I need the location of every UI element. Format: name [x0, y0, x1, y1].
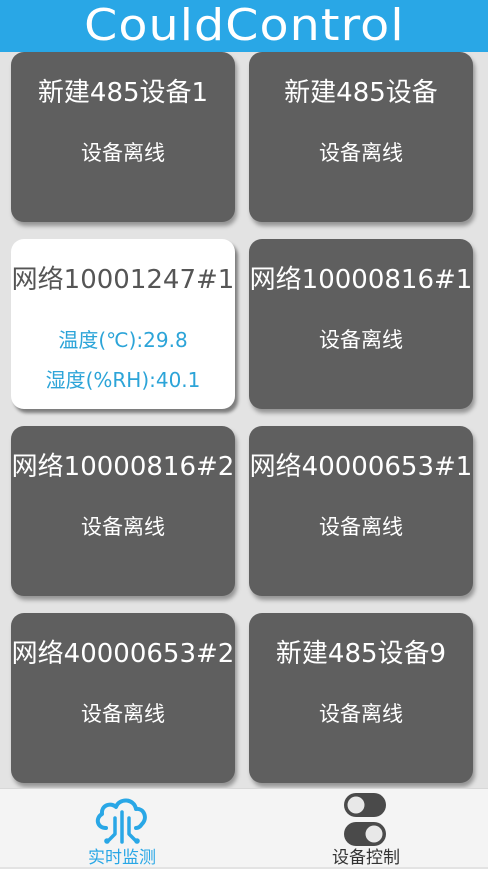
device-name: 网络10000816#2	[11, 452, 235, 482]
device-card[interactable]: 新建485设备 设备离线	[249, 52, 473, 222]
device-status: 设备离线	[319, 515, 403, 539]
device-name: 网络10000816#1	[249, 265, 473, 295]
device-name: 网络40000653#1	[249, 452, 473, 482]
device-status: 设备离线	[319, 141, 403, 165]
humidity-reading: 湿度(%RH):40.1	[45, 368, 201, 392]
app-title: CouldControl	[83, 0, 405, 51]
device-status: 设备离线	[319, 328, 403, 352]
device-status: 设备离线	[319, 702, 403, 726]
device-card[interactable]: 网络40000653#2 设备离线	[11, 613, 235, 783]
device-name: 新建485设备9	[275, 639, 447, 669]
device-name: 新建485设备1	[37, 78, 209, 108]
temperature-reading: 温度(℃):29.8	[58, 328, 188, 352]
toggle-icon	[344, 793, 386, 846]
app-header: CouldControl	[0, 0, 488, 52]
cloud-icon	[95, 798, 147, 844]
tab-realtime-monitor[interactable]: 实时监测	[0, 789, 244, 868]
device-status: 设备离线	[81, 141, 165, 165]
device-card[interactable]: 网络10000816#1 设备离线	[249, 239, 473, 409]
device-card[interactable]: 新建485设备1 设备离线	[11, 52, 235, 222]
device-name: 网络40000653#2	[11, 639, 235, 669]
tab-device-control[interactable]: 设备控制	[244, 789, 488, 868]
device-card[interactable]: 网络40000653#1 设备离线	[249, 426, 473, 596]
device-card[interactable]: 新建485设备9 设备离线	[249, 613, 473, 783]
device-card-online[interactable]: 网络10001247#1 温度(℃):29.8 湿度(%RH):40.1	[11, 239, 235, 409]
device-name: 新建485设备	[284, 78, 438, 108]
device-status: 设备离线	[81, 515, 165, 539]
device-name: 网络10001247#1	[11, 265, 235, 295]
bottom-nav: 实时监测 设备控制	[0, 788, 488, 868]
device-card[interactable]: 网络10000816#2 设备离线	[11, 426, 235, 596]
device-status: 设备离线	[81, 702, 165, 726]
